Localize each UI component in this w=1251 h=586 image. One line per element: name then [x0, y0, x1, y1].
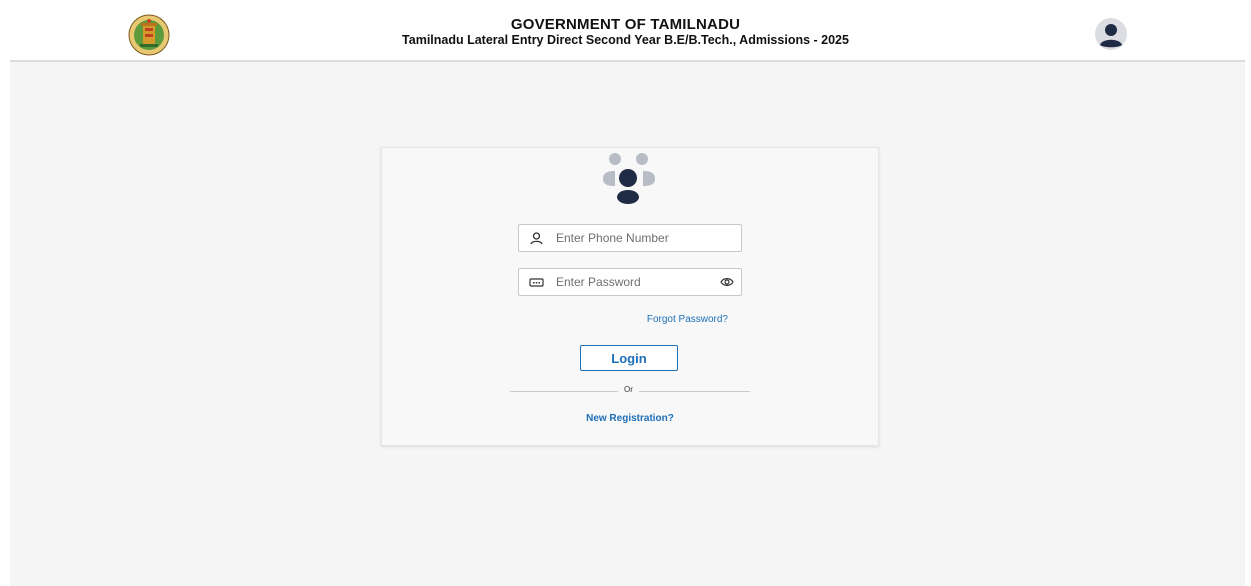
- eye-icon[interactable]: [720, 276, 734, 288]
- divider-line-left: [510, 391, 618, 392]
- page: GOVERNMENT OF TAMILNADU Tamilnadu Latera…: [0, 0, 1251, 586]
- users-group-icon: [603, 153, 655, 204]
- divider-line-right: [639, 391, 750, 392]
- header: GOVERNMENT OF TAMILNADU Tamilnadu Latera…: [0, 0, 1251, 62]
- password-field: [518, 268, 742, 296]
- login-button[interactable]: Login: [580, 345, 678, 371]
- header-subtitle: Tamilnadu Lateral Entry Direct Second Ye…: [402, 33, 849, 47]
- header-title: GOVERNMENT OF TAMILNADU: [510, 16, 741, 33]
- keyboard-password-icon: [529, 278, 544, 287]
- user-avatar-icon[interactable]: [1095, 18, 1127, 50]
- new-registration-link[interactable]: New Registration?: [560, 413, 700, 424]
- or-divider-label: Or: [624, 385, 633, 394]
- password-input[interactable]: [556, 272, 716, 292]
- phone-number-input[interactable]: [556, 228, 716, 248]
- phone-number-field: [518, 224, 742, 252]
- forgot-password-link[interactable]: Forgot Password?: [600, 314, 728, 325]
- user-icon: [530, 232, 543, 245]
